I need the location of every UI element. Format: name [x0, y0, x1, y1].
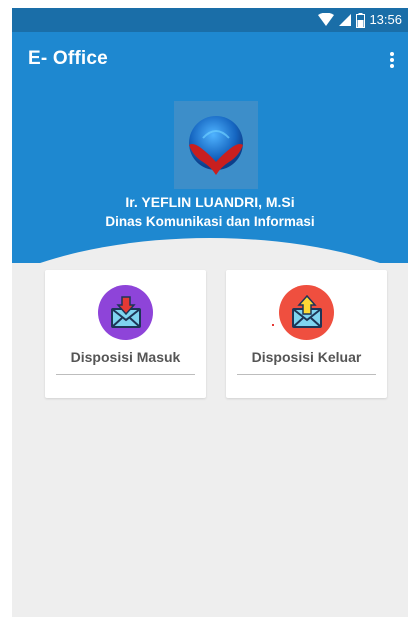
disposisi-masuk-card[interactable]: Disposisi Masuk — [45, 270, 206, 398]
red-dot — [272, 324, 274, 326]
wifi-icon — [318, 13, 335, 26]
user-name: Ir. YEFLIN LUANDRI, M.Si — [125, 194, 295, 210]
app-bar: E- Office — [12, 32, 408, 88]
more-vert-icon — [390, 52, 394, 68]
mail-outbox-icon — [279, 285, 334, 340]
status-bar: 13:56 — [12, 8, 408, 32]
disposisi-keluar-label: Disposisi Keluar — [251, 349, 362, 365]
status-icons: 13:56 — [318, 11, 402, 29]
logo-icon — [189, 116, 243, 175]
app-logo — [174, 101, 258, 189]
signal-icon — [339, 14, 352, 26]
app-title: E- Office — [28, 48, 108, 69]
mail-inbox-icon — [98, 285, 153, 340]
battery-icon — [356, 12, 366, 28]
status-time: 13:56 — [369, 12, 402, 27]
app-screen: 13:56 E- Office Ir. YEFLIN LUANDRI, M.Si… — [12, 8, 408, 617]
header-curve — [12, 238, 408, 263]
user-department: Dinas Komunikasi dan Informasi — [105, 214, 315, 229]
card-divider — [56, 374, 195, 375]
profile-header: Ir. YEFLIN LUANDRI, M.Si Dinas Komunikas… — [12, 88, 408, 263]
disposisi-masuk-label: Disposisi Masuk — [70, 349, 181, 365]
card-divider — [237, 374, 376, 375]
disposisi-keluar-card[interactable]: Disposisi Keluar — [226, 270, 387, 398]
overflow-menu-button[interactable] — [380, 44, 404, 76]
